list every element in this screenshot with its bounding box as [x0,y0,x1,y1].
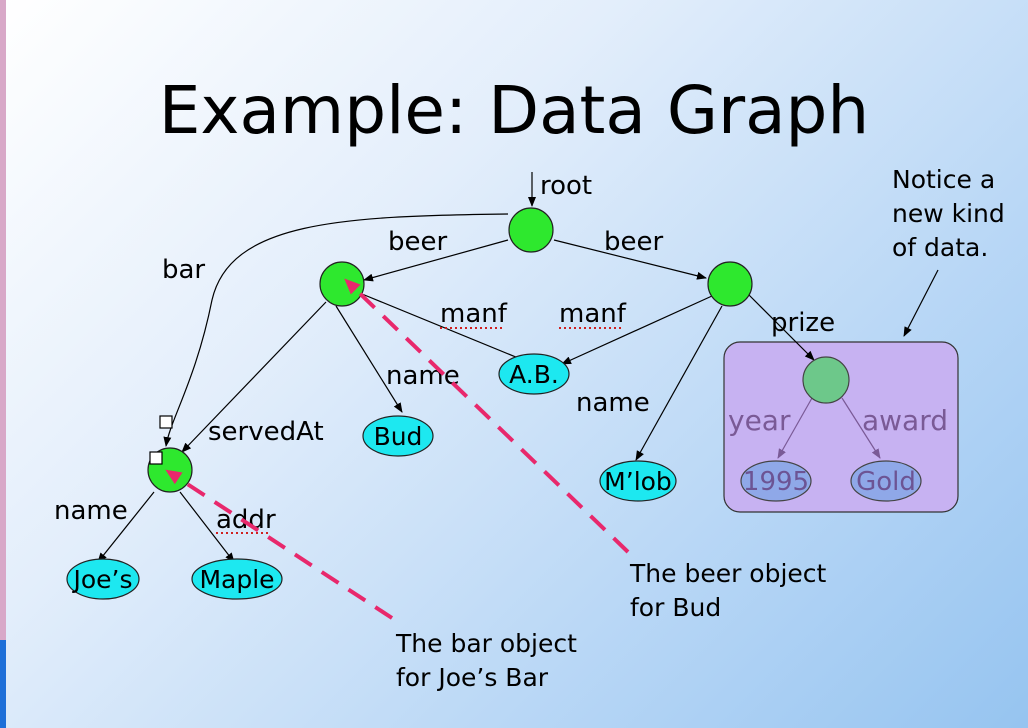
edge-label-prize: prize [771,308,835,338]
leaf-year-value-text: 1995 [743,467,809,497]
leaf-maple-text: Maple [199,565,274,594]
note-beer-object-line1: The beer object [629,559,827,588]
note-new-kind-line3: of data. [892,233,988,262]
leaf-ab-text: A.B. [509,360,559,389]
beer-mlob-node [707,261,753,307]
leaf-award-value-text: Gold [856,467,916,497]
edge-label-manf-left: manf [440,299,508,329]
edge-label-award: award [862,404,948,437]
edge-label-bar: bar [162,255,205,285]
edge-label-served-at: servedAt [208,417,324,447]
note-bar-object-line2: for Joe’s Bar [396,663,549,692]
note-beer-object-line2: for Bud [630,593,721,622]
data-graph-diagram: A.B. Bud M’lob Joe’s Maple 1995 Gold roo… [54,165,1005,692]
leaf-mlob-text: M’lob [604,467,672,496]
edge-name-mlob [635,305,723,461]
edge-label-name-bud: name [386,361,460,391]
root-node [508,207,554,253]
note-new-kind-line2: new kind [892,199,1005,228]
beer-bud-node [319,261,365,307]
edge-label-name-joes: name [54,496,128,526]
bar-edge-marker-upper [159,415,173,429]
leaf-joes-text: Joe’s [71,565,132,594]
note-new-kind-line1: Notice a [892,165,995,194]
note-pointer-line [903,269,939,337]
edge-label-beer-left: beer [388,227,447,257]
edge-label-name-mlob: name [576,388,650,418]
edge-label-beer-right: beer [604,227,663,257]
edge-label-manf-right: manf [559,299,627,329]
slide: Example: Data Graph A.B. Bud M’lob Joe’s… [0,0,1028,728]
prize-node [802,356,850,404]
note-bar-object-line1: The bar object [395,629,577,658]
leaf-bud-text: Bud [374,422,423,451]
edge-label-root: root [540,171,592,201]
pointer-bar-object [165,469,394,620]
bar-edge-marker-lower [149,451,163,465]
edge-label-year: year [728,404,791,437]
edge-bar [163,213,509,447]
